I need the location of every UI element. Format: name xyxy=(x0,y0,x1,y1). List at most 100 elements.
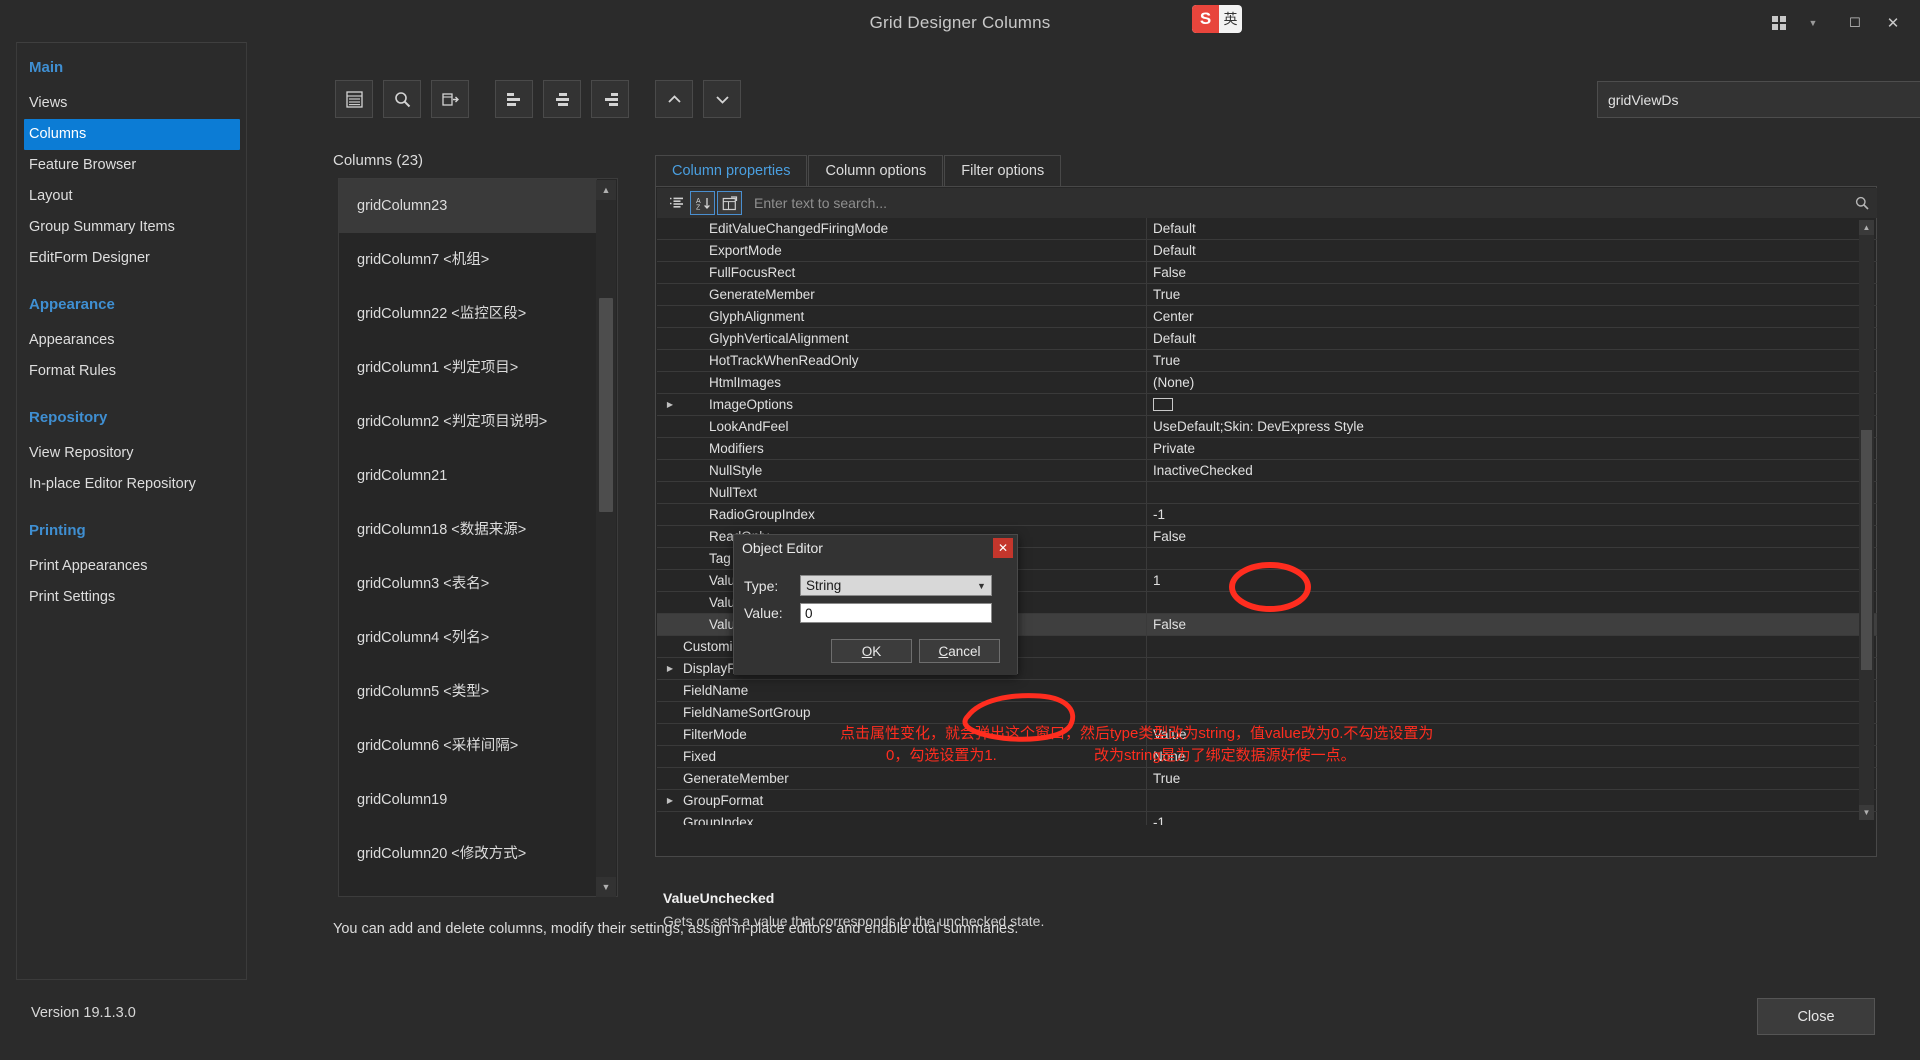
properties-icon[interactable] xyxy=(717,191,742,215)
maximize-button[interactable]: ☐ xyxy=(1836,3,1874,43)
dialog-close-button[interactable]: ✕ xyxy=(993,538,1013,558)
property-value[interactable]: -1 xyxy=(1146,503,1877,526)
columns-list[interactable]: gridColumn23 gridColumn7 <机组> gridColumn22… xyxy=(339,179,597,896)
sidebar-item-layout[interactable]: Layout xyxy=(17,181,246,212)
property-value[interactable]: UseDefault;Skin: DevExpress Style xyxy=(1146,415,1877,438)
scroll-up-icon[interactable]: ▲ xyxy=(1859,220,1874,235)
layout-dropdown-button[interactable]: ▼ xyxy=(1798,3,1836,43)
ime-indicator[interactable]: S 英 xyxy=(1192,5,1242,33)
property-value[interactable] xyxy=(1146,635,1877,658)
table-row[interactable]: FieldNameSortGroup xyxy=(657,701,1877,724)
property-value[interactable] xyxy=(1146,701,1877,724)
property-search-input[interactable] xyxy=(744,190,1847,216)
expander-icon[interactable]: ▶ xyxy=(657,796,683,805)
list-item[interactable]: gridColumn1 <判定项目> xyxy=(339,341,597,395)
tab-column-properties[interactable]: Column properties xyxy=(655,155,808,187)
close-button[interactable]: Close xyxy=(1757,998,1875,1035)
search-icon[interactable] xyxy=(1847,196,1877,210)
sidebar-item-print-settings[interactable]: Print Settings xyxy=(17,582,246,613)
property-value[interactable] xyxy=(1146,547,1877,570)
layout-grid-button[interactable] xyxy=(1760,3,1798,43)
property-value[interactable]: (None) xyxy=(1146,371,1877,394)
table-row[interactable]: GlyphAlignment Center xyxy=(657,305,1877,328)
find-button[interactable] xyxy=(383,80,421,118)
property-value[interactable] xyxy=(1146,789,1877,812)
list-item[interactable]: gridColumn5 <类型> xyxy=(339,665,597,719)
list-item[interactable]: gridColumn6 <采样间隔> xyxy=(339,719,597,773)
table-row[interactable]: GroupIndex -1 xyxy=(657,811,1877,825)
list-item[interactable]: gridColumn21 xyxy=(339,449,597,503)
property-value[interactable]: True xyxy=(1146,767,1877,790)
property-value[interactable] xyxy=(1146,481,1877,504)
table-row[interactable]: ▶ ImageOptions xyxy=(657,393,1877,416)
sidebar-item-appearances[interactable]: Appearances xyxy=(17,325,246,356)
list-item[interactable]: gridColumn18 <数据来源> xyxy=(339,503,597,557)
cancel-button[interactable]: Cancel xyxy=(919,639,1000,663)
property-value[interactable]: Center xyxy=(1146,305,1877,328)
property-value[interactable]: True xyxy=(1146,283,1877,306)
sidebar-item-feature-browser[interactable]: Feature Browser xyxy=(17,150,246,181)
align-bottom-button[interactable] xyxy=(591,80,629,118)
scroll-up-icon[interactable]: ▲ xyxy=(596,180,616,200)
sidebar-item-in-place-editor-repository[interactable]: In-place Editor Repository xyxy=(17,469,246,500)
columns-scrollbar[interactable]: ▲ ▼ xyxy=(596,180,616,897)
sidebar-item-view-repository[interactable]: View Repository xyxy=(17,438,246,469)
table-row[interactable]: FieldName xyxy=(657,679,1877,702)
table-row[interactable]: RadioGroupIndex -1 xyxy=(657,503,1877,526)
list-item[interactable]: gridColumn2 <判定项目说明> xyxy=(339,395,597,449)
property-value[interactable] xyxy=(1146,679,1877,702)
delete-column-button[interactable] xyxy=(431,80,469,118)
new-column-button[interactable] xyxy=(335,80,373,118)
sidebar-item-format-rules[interactable]: Format Rules xyxy=(17,356,246,387)
list-item[interactable]: gridColumn7 <机组> xyxy=(339,233,597,287)
table-row[interactable]: LookAndFeel UseDefault;Skin: DevExpress S… xyxy=(657,415,1877,438)
expander-icon[interactable]: ▶ xyxy=(657,400,683,409)
move-down-button[interactable] xyxy=(703,80,741,118)
property-value[interactable]: InactiveChecked xyxy=(1146,459,1877,482)
table-row[interactable]: HtmlImages (None) xyxy=(657,371,1877,394)
sort-alpha-icon[interactable]: A Z xyxy=(690,191,715,215)
sidebar-item-print-appearances[interactable]: Print Appearances xyxy=(17,551,246,582)
list-item[interactable]: gridColumn23 xyxy=(339,179,597,233)
align-top-button[interactable] xyxy=(495,80,533,118)
list-item[interactable]: gridColumn20 <修改方式> xyxy=(339,827,597,881)
sidebar-item-group-summary-items[interactable]: Group Summary Items xyxy=(17,212,246,243)
table-row[interactable]: GlyphVerticalAlignment Default xyxy=(657,327,1877,350)
value-input[interactable] xyxy=(800,603,992,623)
scroll-thumb[interactable] xyxy=(599,298,613,512)
property-value[interactable]: True xyxy=(1146,349,1877,372)
categorized-icon[interactable] xyxy=(663,191,688,215)
property-value[interactable]: Default xyxy=(1146,218,1877,240)
list-item[interactable]: gridColumn3 <表名> xyxy=(339,557,597,611)
table-row[interactable]: EditValueChangedFiringMode Default xyxy=(657,218,1877,240)
list-item[interactable]: gridColumn19 xyxy=(339,773,597,827)
property-grid-scrollbar[interactable]: ▲ ▼ xyxy=(1859,220,1874,820)
scroll-down-icon[interactable]: ▼ xyxy=(596,877,616,897)
list-item[interactable]: gridColumn22 <监控区段> xyxy=(339,287,597,341)
close-window-button[interactable]: ✕ xyxy=(1874,3,1912,43)
table-row[interactable]: GenerateMember True xyxy=(657,283,1877,306)
property-value[interactable]: False xyxy=(1146,525,1877,548)
align-middle-button[interactable] xyxy=(543,80,581,118)
property-value[interactable]: False xyxy=(1146,613,1877,636)
property-value[interactable] xyxy=(1146,393,1877,416)
sidebar-item-views[interactable]: Views xyxy=(17,88,246,119)
property-value[interactable]: -1 xyxy=(1146,811,1877,825)
property-value[interactable]: Private xyxy=(1146,437,1877,460)
table-row[interactable]: HotTrackWhenReadOnly True xyxy=(657,349,1877,372)
property-value[interactable]: Default xyxy=(1146,327,1877,350)
table-row[interactable]: ExportMode Default xyxy=(657,239,1877,262)
tab-column-options[interactable]: Column options xyxy=(808,155,944,187)
expander-icon[interactable]: ▶ xyxy=(657,664,683,673)
list-item[interactable]: gridColumn4 <列名> xyxy=(339,611,597,665)
table-row[interactable]: GenerateMember True xyxy=(657,767,1877,790)
type-combo[interactable]: String ▼ xyxy=(800,575,992,596)
table-row[interactable]: Modifiers Private xyxy=(657,437,1877,460)
property-value[interactable] xyxy=(1146,591,1877,614)
color-swatch[interactable] xyxy=(1153,398,1173,412)
scroll-down-icon[interactable]: ▼ xyxy=(1859,805,1874,820)
table-row[interactable]: ▶ GroupFormat xyxy=(657,789,1877,812)
scroll-thumb[interactable] xyxy=(1861,430,1872,670)
property-value[interactable]: 1 xyxy=(1146,569,1877,592)
table-row[interactable]: NullText xyxy=(657,481,1877,504)
